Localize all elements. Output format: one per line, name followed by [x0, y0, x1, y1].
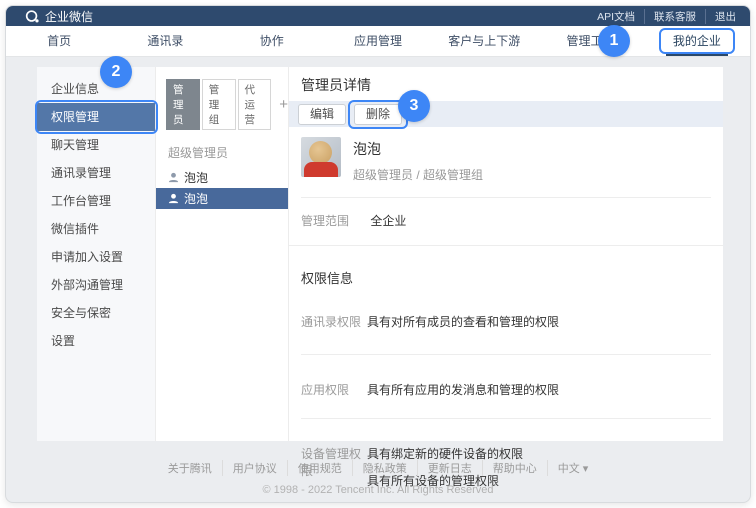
admin-tabs: 管理员 管理组 代运营 +	[166, 79, 288, 130]
sidebar-item-settings[interactable]: 设置	[37, 327, 155, 355]
main-nav: 首页 通讯录 协作 应用管理 客户与上下游 管理工具 我的企业	[6, 26, 750, 57]
page-body: 企业信息 权限管理 聊天管理 通讯录管理 工作台管理 微信插件 申请加入设置 外…	[6, 67, 750, 496]
footer-link-changelog[interactable]: 更新日志	[418, 460, 483, 476]
person-icon	[168, 193, 179, 204]
nav-my-company[interactable]: 我的企业	[644, 26, 750, 56]
person-icon	[168, 172, 179, 183]
contact-support-link[interactable]: 联系客服	[645, 9, 706, 24]
footer-link-help-center[interactable]: 帮助中心	[483, 460, 548, 476]
top-links: API文档 联系客服 退出	[588, 9, 736, 24]
tab-admin-groups[interactable]: 管理组	[202, 79, 236, 130]
add-admin-icon[interactable]: +	[279, 97, 288, 112]
tab-administrators[interactable]: 管理员	[166, 79, 200, 130]
nav-my-company-label: 我的企业	[673, 34, 721, 48]
footer-link-usage-rules[interactable]: 使用规范	[288, 460, 353, 476]
scope-label: 管理范围	[301, 212, 367, 229]
admin-list-column: 管理员 管理组 代运营 + 超级管理员 泡泡	[156, 67, 289, 441]
nav-app-management[interactable]: 应用管理	[325, 26, 431, 56]
sidebar-item-join-settings[interactable]: 申请加入设置	[37, 243, 155, 271]
admin-list-item[interactable]: 泡泡	[156, 167, 288, 188]
scope-row: 管理范围 全企业	[289, 198, 723, 246]
sidebar-item-contacts-management[interactable]: 通讯录管理	[37, 159, 155, 187]
profile-text: 泡泡 超级管理员 / 超级管理组	[353, 137, 483, 183]
admin-list-item-selected[interactable]: 泡泡	[156, 188, 288, 209]
sidebar-item-company-info[interactable]: 企业信息	[37, 75, 155, 103]
nav-collaboration[interactable]: 协作	[219, 26, 325, 56]
nav-contacts[interactable]: 通讯录	[112, 26, 218, 56]
nav-customers[interactable]: 客户与上下游	[431, 26, 537, 56]
tab-agent-operations[interactable]: 代运营	[238, 79, 272, 130]
brand-name: 企业微信	[45, 8, 93, 25]
sidebar-item-wechat-plugin[interactable]: 微信插件	[37, 215, 155, 243]
edit-button[interactable]: 编辑	[298, 104, 346, 125]
settings-panel: 企业信息 权限管理 聊天管理 通讯录管理 工作台管理 微信插件 申请加入设置 外…	[37, 67, 723, 441]
footer-link-privacy[interactable]: 隐私政策	[353, 460, 418, 476]
detail-toolbar: 编辑 删除	[289, 101, 723, 127]
admin-name: 泡泡	[184, 190, 208, 207]
sidebar-item-security[interactable]: 安全与保密	[37, 299, 155, 327]
permission-label: 应用权限	[301, 381, 367, 398]
page-title: 管理员详情	[301, 75, 723, 95]
footer-link-user-agreement[interactable]: 用户协议	[223, 460, 288, 476]
admin-display-name: 泡泡	[353, 139, 483, 159]
brand: 企业微信	[25, 8, 93, 25]
sidebar-item-permission-management[interactable]: 权限管理	[37, 103, 155, 131]
top-bar: 企业微信 API文档 联系客服 退出	[6, 6, 750, 26]
permission-value: 具有所有应用的发消息和管理的权限	[367, 381, 559, 398]
permission-row-apps: 应用权限 具有所有应用的发消息和管理的权限	[301, 381, 711, 419]
scope-value: 全企业	[370, 214, 406, 228]
sidebar-item-chat-management[interactable]: 聊天管理	[37, 131, 155, 159]
admin-role: 超级管理员 / 超级管理组	[353, 166, 483, 183]
api-docs-link[interactable]: API文档	[588, 9, 645, 24]
settings-sidebar: 企业信息 权限管理 聊天管理 通讯录管理 工作台管理 微信插件 申请加入设置 外…	[37, 67, 156, 441]
nav-admin-tools[interactable]: 管理工具	[537, 26, 643, 56]
avatar	[301, 137, 341, 177]
nav-home[interactable]: 首页	[6, 26, 112, 56]
permissions-heading: 权限信息	[301, 268, 711, 287]
app-window: 企业微信 API文档 联系客服 退出 首页 通讯录 协作 应用管理 客户与上下游…	[5, 5, 751, 503]
footer-links: 关于腾讯 用户协议 使用规范 隐私政策 更新日志 帮助中心 中文 ▾	[158, 460, 599, 476]
sidebar-item-workbench-management[interactable]: 工作台管理	[37, 187, 155, 215]
admin-profile: 泡泡 超级管理员 / 超级管理组	[301, 137, 711, 198]
permission-value: 具有对所有成员的查看和管理的权限	[367, 313, 559, 330]
admin-name: 泡泡	[184, 169, 208, 186]
footer-language-selector[interactable]: 中文 ▾	[548, 460, 599, 476]
sidebar-item-external-communication[interactable]: 外部沟通管理	[37, 271, 155, 299]
permission-row-contacts: 通讯录权限 具有对所有成员的查看和管理的权限	[301, 313, 711, 355]
avatar-plush-head	[309, 141, 332, 164]
screenshot-stage: 企业微信 API文档 联系客服 退出 首页 通讯录 协作 应用管理 客户与上下游…	[0, 0, 756, 508]
logout-link[interactable]: 退出	[706, 9, 736, 24]
permission-label: 通讯录权限	[301, 313, 367, 330]
delete-button[interactable]: 删除	[354, 104, 402, 125]
sidebar-item-permission-label: 权限管理	[51, 110, 99, 124]
admin-list: 泡泡 泡泡	[156, 167, 288, 209]
admin-group-label: 超级管理员	[168, 144, 288, 161]
admin-detail: 管理员详情 编辑 删除 泡泡 超级管理员 / 超级管理组	[289, 67, 723, 441]
footer-link-about[interactable]: 关于腾讯	[158, 460, 223, 476]
wecom-logo-icon	[25, 9, 40, 24]
avatar-plush-body	[304, 162, 338, 177]
